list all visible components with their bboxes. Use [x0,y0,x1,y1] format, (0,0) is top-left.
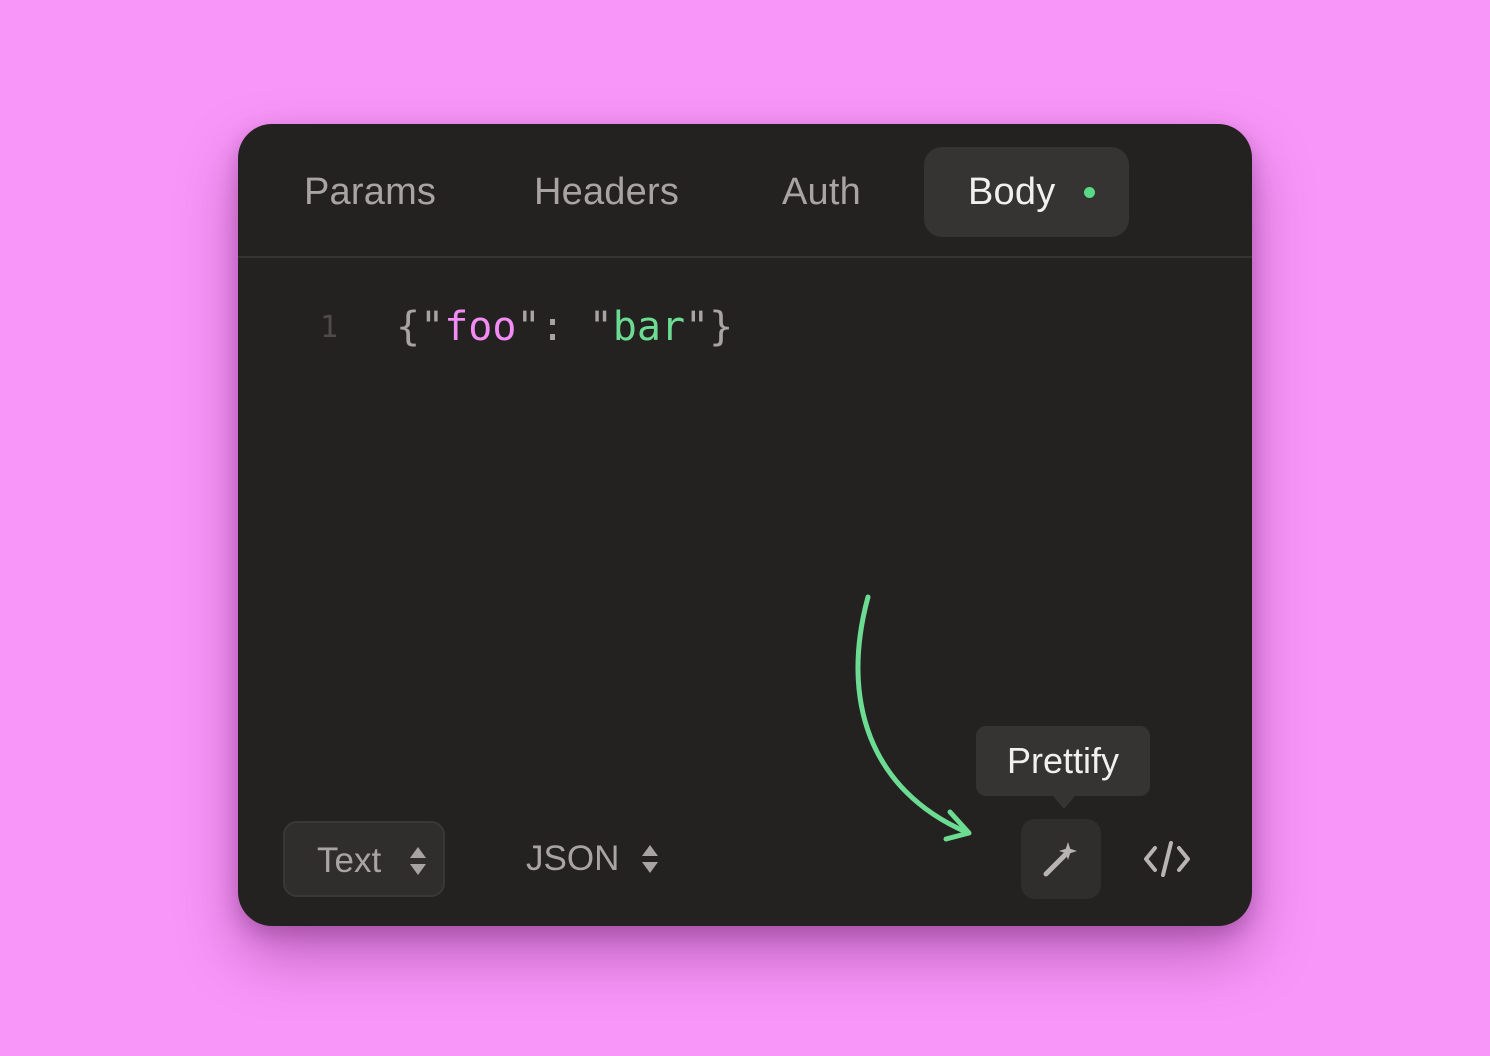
tab-bar: Params Headers Auth Body [238,124,1252,258]
tab-headers[interactable]: Headers [534,147,679,237]
code-line[interactable]: {"foo": "bar"} [396,304,733,350]
code-editor[interactable]: 1 {"foo": "bar"} [238,258,1252,778]
token-value-open-quote: " [588,304,613,350]
up-down-chevron-icon [410,847,426,877]
token-key-close-quote-colon: ": [516,304,589,350]
format-select[interactable]: JSON [524,821,674,897]
body-status-dot [1084,187,1095,198]
token-open-brace: { [396,304,421,350]
code-icon [1144,841,1190,877]
token-key: foo [444,304,517,350]
token-key-open-quote: " [420,304,445,350]
mode-select-label: Text [317,841,382,880]
token-value-close-quote: " [685,304,710,350]
up-down-chevron-icon [642,845,658,875]
mode-select[interactable]: Text [283,821,445,897]
magic-wand-icon [1043,842,1077,877]
code-view-button[interactable] [1138,829,1196,889]
prettify-tooltip: Prettify [976,726,1150,809]
request-panel: Params Headers Auth Body 1 {"foo": "bar"… [238,124,1252,926]
format-select-label: JSON [526,839,620,878]
token-close-brace: } [709,304,734,350]
tab-body-label: Body [968,171,1056,213]
prettify-button[interactable] [1021,819,1101,899]
bottom-toolbar: Text JSON [238,814,1252,914]
tab-params[interactable]: Params [304,147,436,237]
line-number: 1 [320,310,339,345]
token-value: bar [612,304,686,350]
tab-body[interactable]: Body [924,147,1129,237]
tab-auth[interactable]: Auth [782,147,861,237]
